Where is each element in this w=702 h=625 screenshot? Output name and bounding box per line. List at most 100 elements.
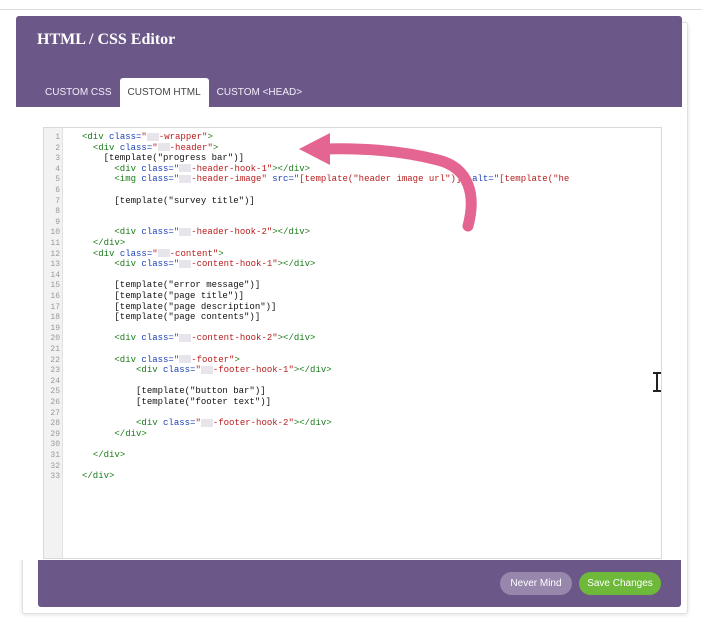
tab-custom-css[interactable]: CUSTOM CSS — [37, 78, 120, 107]
line-number: 6 — [55, 186, 60, 195]
code-token: class= — [141, 259, 174, 270]
code-text: [template("survey title")] — [82, 195, 255, 207]
text-cursor-icon — [652, 371, 662, 393]
line-number: 31 — [50, 451, 60, 460]
code-text: [template("error message")] — [82, 280, 260, 291]
code-token: -header-hook-2" — [191, 227, 273, 238]
line-number: 5 — [55, 175, 60, 185]
code-text: [template("progress bar")] — [82, 153, 244, 164]
redacted-text — [179, 355, 192, 364]
code-token: <div — [114, 227, 142, 238]
tab-custom-html[interactable]: CUSTOM HTML — [119, 78, 209, 107]
code-token: [template("progress bar")] — [103, 153, 245, 164]
code-editor[interactable]: 1 <div class=" -wrapper"> 2 <div class=" -he… — [43, 127, 662, 559]
code-token: class= — [141, 354, 174, 365]
redacted-text — [157, 143, 170, 152]
line-number: 13 — [50, 260, 60, 270]
code-text: <div class=" -footer-hook-1"></div> — [82, 365, 332, 376]
dialog-header: HTML / CSS Editor CUSTOM CSS CUSTOM HTML… — [16, 16, 682, 107]
code-token: <img — [114, 174, 142, 185]
code-token: [template("survey title")] — [114, 195, 255, 206]
code-text: [template("page contents")] — [82, 312, 260, 323]
never-mind-button[interactable]: Never Mind — [500, 572, 572, 595]
line-number: 22 — [50, 355, 60, 365]
line-number: 15 — [50, 281, 60, 291]
code-token: class= — [141, 227, 174, 238]
code-token: > — [212, 142, 219, 153]
code-token: -content-hook-1" — [191, 259, 278, 270]
line-number: 3 — [55, 154, 60, 164]
redacted-text — [200, 365, 213, 374]
code-text: <div class=" -content"> — [82, 249, 224, 260]
line-number: 14 — [50, 270, 60, 280]
code-token: -content-hook-2" — [191, 333, 278, 344]
code-token: <div — [114, 163, 142, 174]
code-text: [template("page title")] — [82, 291, 244, 302]
code-token: ></div> — [272, 227, 311, 238]
code-token: > — [234, 354, 240, 365]
line-number: 25 — [50, 387, 60, 397]
line-number: 23 — [50, 366, 60, 376]
code-token: </div> — [92, 238, 126, 248]
code-text: </div> — [82, 450, 125, 461]
code-token: -header" — [169, 142, 213, 153]
redacted-text — [179, 228, 192, 237]
code-token: class= — [109, 132, 142, 142]
line-number: 30 — [50, 440, 60, 450]
redacted-text — [200, 418, 213, 427]
code-token: class= — [163, 418, 196, 429]
line-number: 12 — [50, 249, 60, 259]
code-token: class= — [119, 142, 153, 153]
code-token: <div — [92, 142, 120, 153]
code-token: -wrapper" — [158, 132, 208, 142]
code-token: > — [218, 248, 224, 259]
code-text: <div class=" -footer-hook-2"></div> — [82, 418, 332, 429]
code-text: </div> — [82, 429, 146, 440]
code-token: alt= — [472, 174, 494, 185]
line-number: 26 — [50, 398, 60, 407]
line-number: 16 — [50, 292, 60, 301]
code-token: src= — [272, 174, 294, 185]
code-token: -content" — [169, 248, 219, 259]
code-token: <div — [114, 333, 142, 344]
code-token: -footer-hook-1" — [212, 365, 294, 376]
redacted-text — [157, 249, 170, 258]
save-changes-button[interactable]: Save Changes — [579, 572, 661, 595]
code-token: [template("button bar")] — [136, 386, 266, 397]
code-text: </div> — [82, 238, 125, 249]
tab-custom-head[interactable]: CUSTOM <HEAD> — [209, 78, 310, 107]
dialog-title: HTML / CSS Editor — [37, 31, 176, 48]
line-number: 10 — [50, 228, 60, 238]
code-token: > — [207, 132, 213, 142]
code-token: ></div> — [277, 259, 316, 270]
code-text: <div class=" -wrapper"> — [82, 132, 213, 143]
code-token: ></div> — [293, 365, 332, 376]
code-token: -footer-hook-2" — [212, 418, 294, 429]
code-token: "[template("header image url")]" — [293, 174, 473, 185]
code-token: [template("page description")] — [114, 301, 277, 312]
redacted-text — [179, 334, 192, 343]
line-number: 33 — [50, 472, 60, 482]
line-number: 32 — [50, 461, 60, 471]
page-divider — [0, 9, 702, 10]
code-token: "[template("he — [493, 174, 570, 185]
code-token: <div — [92, 248, 120, 259]
line-number: 11 — [50, 239, 60, 248]
code-text: <img class=" -header-image" src="[templat… — [82, 174, 569, 185]
line-number: 21 — [50, 345, 60, 354]
code-token: class= — [119, 248, 153, 259]
code-text: [template("page description")] — [82, 302, 276, 313]
code-text: [template("footer text")] — [82, 397, 271, 408]
line-number: 1 — [55, 133, 60, 142]
code-token: <div — [114, 259, 142, 270]
code-token: class= — [163, 365, 196, 376]
code-token: <div — [136, 365, 164, 376]
line-number: 4 — [55, 164, 60, 174]
code-token: [template("footer text")] — [136, 397, 272, 407]
code-token: -footer" — [191, 354, 235, 365]
code-token: ></div> — [293, 418, 332, 429]
code-text: <div class=" -header-hook-1"></div> — [82, 164, 310, 175]
code-token: </div> — [82, 471, 115, 482]
line-number: 28 — [50, 419, 60, 429]
code-text: [template("button bar")] — [82, 386, 266, 397]
